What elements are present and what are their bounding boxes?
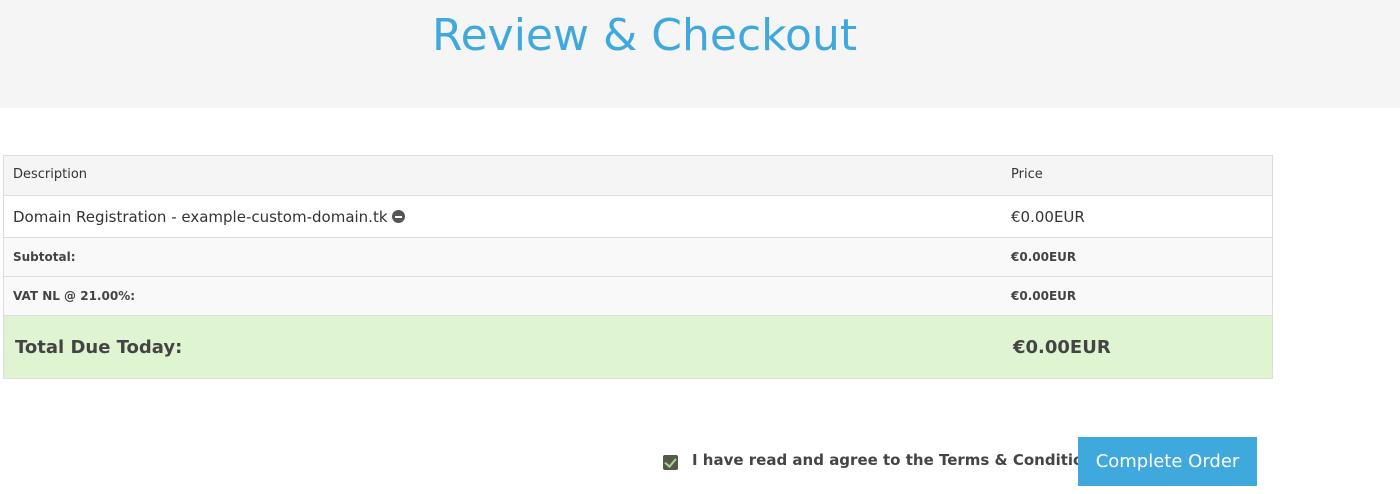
remove-circle-icon[interactable] bbox=[391, 210, 405, 223]
terms-checkbox[interactable] bbox=[663, 454, 678, 470]
table-row: Domain Registration - example-custom-dom… bbox=[4, 195, 1272, 237]
header-band: Review & Checkout bbox=[0, 0, 1400, 108]
tax-label: VAT NL @ 21.00%: bbox=[13, 289, 136, 303]
page-title: Review & Checkout bbox=[432, 10, 858, 61]
line-item-description: Domain Registration - example-custom-dom… bbox=[13, 208, 405, 226]
terms-agreement: I have read and agree to the Terms & Con… bbox=[663, 451, 1103, 470]
description-column-header: Description bbox=[13, 167, 88, 182]
line-item-price: €0.00EUR bbox=[1011, 208, 1085, 226]
tax-row: VAT NL @ 21.00%: €0.00EUR bbox=[4, 276, 1272, 315]
total-row: Total Due Today: €0.00EUR bbox=[4, 315, 1272, 378]
terms-label[interactable]: I have read and agree to the Terms & Con… bbox=[692, 451, 1103, 469]
subtotal-row: Subtotal: €0.00EUR bbox=[4, 237, 1272, 276]
total-value: €0.00EUR bbox=[1013, 337, 1111, 358]
order-summary-table: Description Price Domain Registration - … bbox=[3, 155, 1273, 379]
table-header-row: Description Price bbox=[4, 156, 1272, 195]
price-column-header: Price bbox=[1011, 167, 1043, 182]
complete-order-button[interactable]: Complete Order bbox=[1078, 437, 1257, 486]
subtotal-value: €0.00EUR bbox=[1011, 250, 1077, 264]
line-item-description-text: Domain Registration - example-custom-dom… bbox=[13, 208, 388, 226]
tax-value: €0.00EUR bbox=[1011, 289, 1077, 303]
total-label: Total Due Today: bbox=[15, 337, 183, 358]
subtotal-label: Subtotal: bbox=[13, 250, 76, 264]
